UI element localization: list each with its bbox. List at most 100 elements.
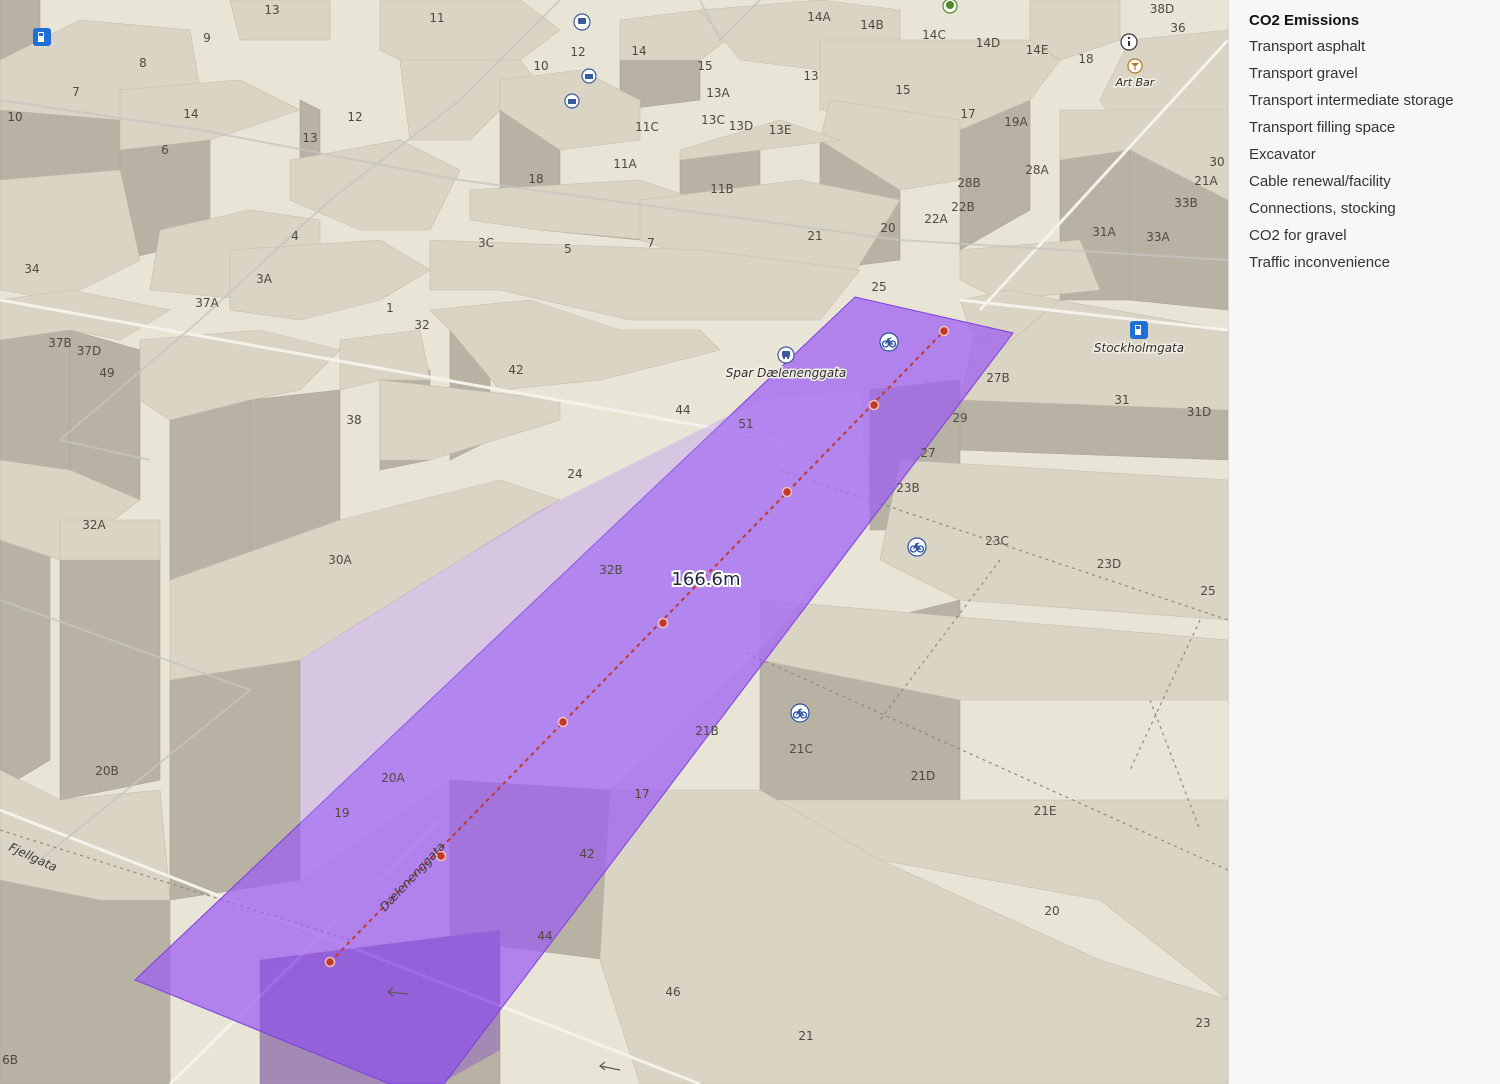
house-number: 11 bbox=[429, 11, 444, 25]
house-number: 14A bbox=[807, 10, 831, 24]
route-node[interactable] bbox=[557, 716, 569, 728]
route-node[interactable] bbox=[324, 956, 336, 968]
house-number: 23 bbox=[1195, 1016, 1210, 1030]
legend-item-cable-renewal[interactable]: Cable renewal/facility bbox=[1249, 172, 1500, 199]
house-number: 13E bbox=[769, 123, 792, 137]
house-number: 14 bbox=[631, 44, 646, 58]
house-number: 13C bbox=[701, 113, 725, 127]
distance-label: 166.6m bbox=[671, 569, 740, 590]
map-canvas[interactable]: 166.6m Dælenenggata Fjellgata Spar Dælen… bbox=[0, 0, 1228, 1084]
legend-item-traffic-inconvenience[interactable]: Traffic inconvenience bbox=[1249, 253, 1500, 280]
house-number: 12 bbox=[347, 110, 362, 124]
house-number: 13A bbox=[706, 86, 730, 100]
legend-item-transport-gravel[interactable]: Transport gravel bbox=[1249, 64, 1500, 91]
house-number: 33A bbox=[1146, 230, 1170, 244]
bicycle-icon[interactable] bbox=[790, 703, 810, 723]
camera-icon[interactable] bbox=[564, 93, 580, 109]
legend-item-transport-intermediate-storage[interactable]: Transport intermediate storage bbox=[1249, 91, 1500, 118]
fuel-icon[interactable] bbox=[33, 28, 51, 46]
house-number: 20 bbox=[880, 221, 895, 235]
house-number: 31A bbox=[1092, 225, 1116, 239]
house-number: 9 bbox=[203, 31, 211, 45]
bus-stop-icon[interactable] bbox=[777, 346, 795, 364]
house-number: 25 bbox=[871, 280, 886, 294]
house-number: 13 bbox=[803, 69, 818, 83]
house-number: 42 bbox=[579, 847, 594, 861]
legend-item-transport-asphalt[interactable]: Transport asphalt bbox=[1249, 37, 1500, 64]
house-number: 32B bbox=[599, 563, 623, 577]
house-number: 30 bbox=[1209, 155, 1224, 169]
house-number: 31 bbox=[1114, 393, 1129, 407]
legend-item-connections-stocking[interactable]: Connections, stocking bbox=[1249, 199, 1500, 226]
house-number: 13 bbox=[302, 131, 317, 145]
legend-item-co2-for-gravel[interactable]: CO2 for gravel bbox=[1249, 226, 1500, 253]
poi-label-stockholmgata: Stockholmgata bbox=[1094, 341, 1184, 355]
house-number: 3C bbox=[478, 236, 494, 250]
route-node[interactable] bbox=[868, 399, 880, 411]
house-number: 21B bbox=[695, 724, 719, 738]
legend-item-transport-filling-space[interactable]: Transport filling space bbox=[1249, 118, 1500, 145]
house-number: 7 bbox=[647, 236, 655, 250]
camera-icon[interactable] bbox=[581, 68, 597, 84]
house-number: 5 bbox=[564, 242, 572, 256]
route-node[interactable] bbox=[657, 617, 669, 629]
house-number: 37A bbox=[195, 296, 219, 310]
house-number: 32 bbox=[414, 318, 429, 332]
house-number: 25 bbox=[1200, 584, 1215, 598]
bicycle-icon[interactable] bbox=[907, 537, 927, 557]
fuel-icon[interactable] bbox=[1130, 321, 1148, 339]
house-number: 23B bbox=[896, 481, 920, 495]
house-number: 12 bbox=[570, 45, 585, 59]
house-number: 37D bbox=[77, 344, 102, 358]
house-number: 38D bbox=[1150, 2, 1175, 16]
house-number: 21 bbox=[807, 229, 822, 243]
house-number: 23D bbox=[1097, 557, 1122, 571]
house-number: 31D bbox=[1187, 405, 1212, 419]
house-number: 44 bbox=[675, 403, 690, 417]
house-number: 14 bbox=[183, 107, 198, 121]
house-number: 6 bbox=[161, 143, 169, 157]
bus-icon[interactable] bbox=[573, 13, 591, 31]
house-number: 1 bbox=[386, 301, 394, 315]
house-number: 46 bbox=[665, 985, 680, 999]
house-number: 19 bbox=[334, 806, 349, 820]
route-node[interactable] bbox=[781, 486, 793, 498]
house-number: 49 bbox=[99, 366, 114, 380]
legend-title: CO2 Emissions bbox=[1249, 12, 1360, 29]
house-number: 14D bbox=[976, 36, 1001, 50]
house-number: 51 bbox=[738, 417, 753, 431]
house-number: 37B bbox=[48, 336, 72, 350]
house-number: 23C bbox=[985, 534, 1009, 548]
house-number: 32A bbox=[82, 518, 106, 532]
house-number: 21E bbox=[1034, 804, 1057, 818]
bicycle-icon[interactable] bbox=[879, 332, 899, 352]
house-number: 15 bbox=[895, 83, 910, 97]
house-number: 27 bbox=[920, 446, 935, 460]
house-number: 19A bbox=[1004, 115, 1028, 129]
house-number: 15 bbox=[697, 59, 712, 73]
house-number: 18 bbox=[1078, 52, 1093, 66]
house-number: 4 bbox=[291, 229, 299, 243]
house-number: 33B bbox=[1174, 196, 1198, 210]
house-number: 30A bbox=[328, 553, 352, 567]
house-number: 29 bbox=[952, 411, 967, 425]
house-number: 14E bbox=[1026, 43, 1049, 57]
legend-item-excavator[interactable]: Excavator bbox=[1249, 145, 1500, 172]
house-number: 22A bbox=[924, 212, 948, 226]
house-number: 8 bbox=[139, 56, 147, 70]
house-number: 10 bbox=[533, 59, 548, 73]
house-number: 20 bbox=[1044, 904, 1059, 918]
info-icon[interactable] bbox=[1120, 33, 1138, 51]
house-number: 11B bbox=[710, 182, 734, 196]
house-number: 22B bbox=[951, 200, 975, 214]
house-number: 18 bbox=[528, 172, 543, 186]
house-number: 7 bbox=[72, 85, 80, 99]
tree-icon bbox=[942, 0, 958, 14]
house-number: 21A bbox=[1194, 174, 1218, 188]
map-view[interactable]: 166.6m Dælenenggata Fjellgata Spar Dælen… bbox=[0, 0, 1228, 1084]
house-number: 20B bbox=[95, 764, 119, 778]
bar-icon[interactable] bbox=[1127, 58, 1143, 74]
house-number: 14B bbox=[860, 18, 884, 32]
route-node[interactable] bbox=[938, 325, 950, 337]
house-number: 11C bbox=[635, 120, 659, 134]
